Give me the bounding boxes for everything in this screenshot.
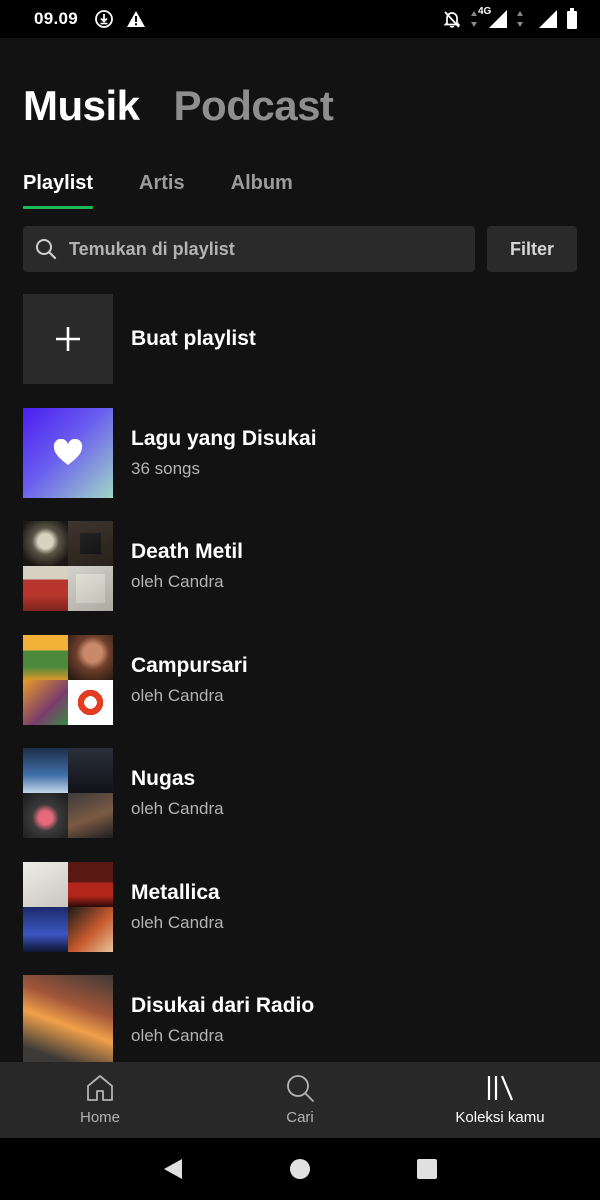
status-bar: 09.09 4G — [0, 0, 600, 38]
playlist-title: Nugas — [131, 767, 196, 790]
download-icon — [94, 9, 114, 29]
home-icon — [85, 1073, 115, 1103]
recents-square-icon — [416, 1158, 438, 1180]
playlist-subtitle: oleh Candra — [131, 799, 224, 818]
recents-button[interactable] — [407, 1149, 447, 1189]
playlist-cover — [23, 521, 113, 611]
nav-library[interactable]: Koleksi kamu — [400, 1062, 600, 1138]
back-triangle-icon — [162, 1157, 184, 1181]
battery-icon — [566, 8, 578, 30]
playlist-title: Disukai dari Radio — [131, 994, 315, 1017]
library-icon — [485, 1073, 515, 1103]
search-icon — [285, 1073, 315, 1103]
search-icon — [35, 238, 57, 260]
list-item[interactable]: Campursari oleh Candra — [23, 634, 577, 725]
liked-songs-thumb — [23, 407, 113, 498]
playlist-cover — [23, 748, 113, 838]
bell-off-icon — [442, 9, 462, 29]
plus-icon — [53, 324, 83, 354]
playlist-cover — [23, 861, 113, 952]
playlist-subtitle: oleh Candra — [131, 572, 224, 591]
playlist-cover — [23, 975, 113, 1062]
filter-tabs: Playlist Artis Album — [23, 172, 293, 209]
list-item[interactable]: Metallica oleh Candra — [23, 861, 577, 952]
nav-label: Home — [79, 1109, 120, 1126]
playlist-title: Campursari — [131, 653, 248, 677]
playlist-list: Buat playlist Lagu yang Disukai 36 songs… — [23, 294, 577, 1062]
bottom-nav: Home Cari Koleksi kamu — [0, 1062, 600, 1138]
tab-artis[interactable]: Artis — [139, 172, 185, 209]
nav-home[interactable]: Home — [0, 1062, 200, 1138]
nav-label: Koleksi kamu — [455, 1109, 545, 1126]
home-circle-icon — [289, 1158, 311, 1180]
playlist-title: Lagu yang Disukai — [131, 426, 317, 450]
playlist-subtitle: oleh Candra — [131, 1026, 224, 1045]
data-arrows-icon — [470, 10, 478, 28]
playlist-title: Buat playlist — [131, 327, 256, 350]
home-button[interactable] — [280, 1149, 320, 1189]
playlist-subtitle: oleh Candra — [131, 912, 224, 932]
playlist-title: Death Metil — [131, 540, 244, 563]
search-box[interactable] — [23, 226, 475, 272]
create-playlist-item[interactable]: Buat playlist — [23, 294, 577, 384]
list-item[interactable]: Lagu yang Disukai 36 songs — [23, 407, 577, 498]
network-type-label: 4G — [478, 6, 492, 17]
cellular-4g-icon: 4G — [478, 6, 508, 29]
tab-podcast[interactable]: Podcast — [174, 82, 334, 130]
warning-icon — [126, 10, 146, 28]
tab-album[interactable]: Album — [231, 172, 293, 209]
search-input[interactable] — [69, 238, 463, 260]
status-time: 09.09 — [34, 9, 79, 28]
nav-search[interactable]: Cari — [200, 1062, 400, 1138]
list-item[interactable]: Disukai dari Radio oleh Candra — [23, 975, 577, 1062]
signal-icon — [538, 9, 558, 29]
heart-icon — [53, 438, 83, 467]
search-row: Filter — [23, 226, 577, 272]
list-item[interactable]: Death Metil oleh Candra — [23, 521, 577, 611]
data-arrows-icon — [516, 10, 524, 28]
playlist-subtitle: 36 songs — [131, 458, 200, 478]
tab-playlist[interactable]: Playlist — [23, 172, 94, 209]
system-navigation-bar — [0, 1138, 600, 1200]
list-item[interactable]: Nugas oleh Candra — [23, 748, 577, 838]
library-header: Musik Podcast — [23, 82, 334, 130]
create-playlist-thumb — [23, 294, 113, 384]
playlist-title: Metallica — [131, 880, 220, 904]
playlist-cover — [23, 634, 113, 725]
nav-label: Cari — [286, 1109, 314, 1126]
back-button[interactable] — [153, 1149, 193, 1189]
filter-button[interactable]: Filter — [487, 226, 577, 272]
playlist-subtitle: oleh Candra — [131, 685, 224, 705]
tab-musik[interactable]: Musik — [23, 82, 140, 130]
